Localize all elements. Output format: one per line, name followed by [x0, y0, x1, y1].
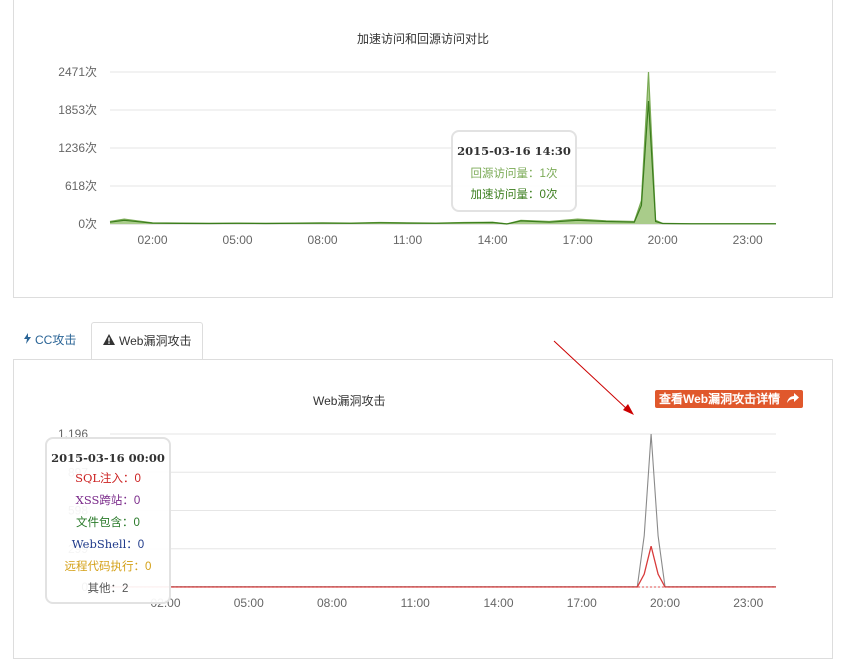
annotation-arrow [553, 340, 634, 415]
